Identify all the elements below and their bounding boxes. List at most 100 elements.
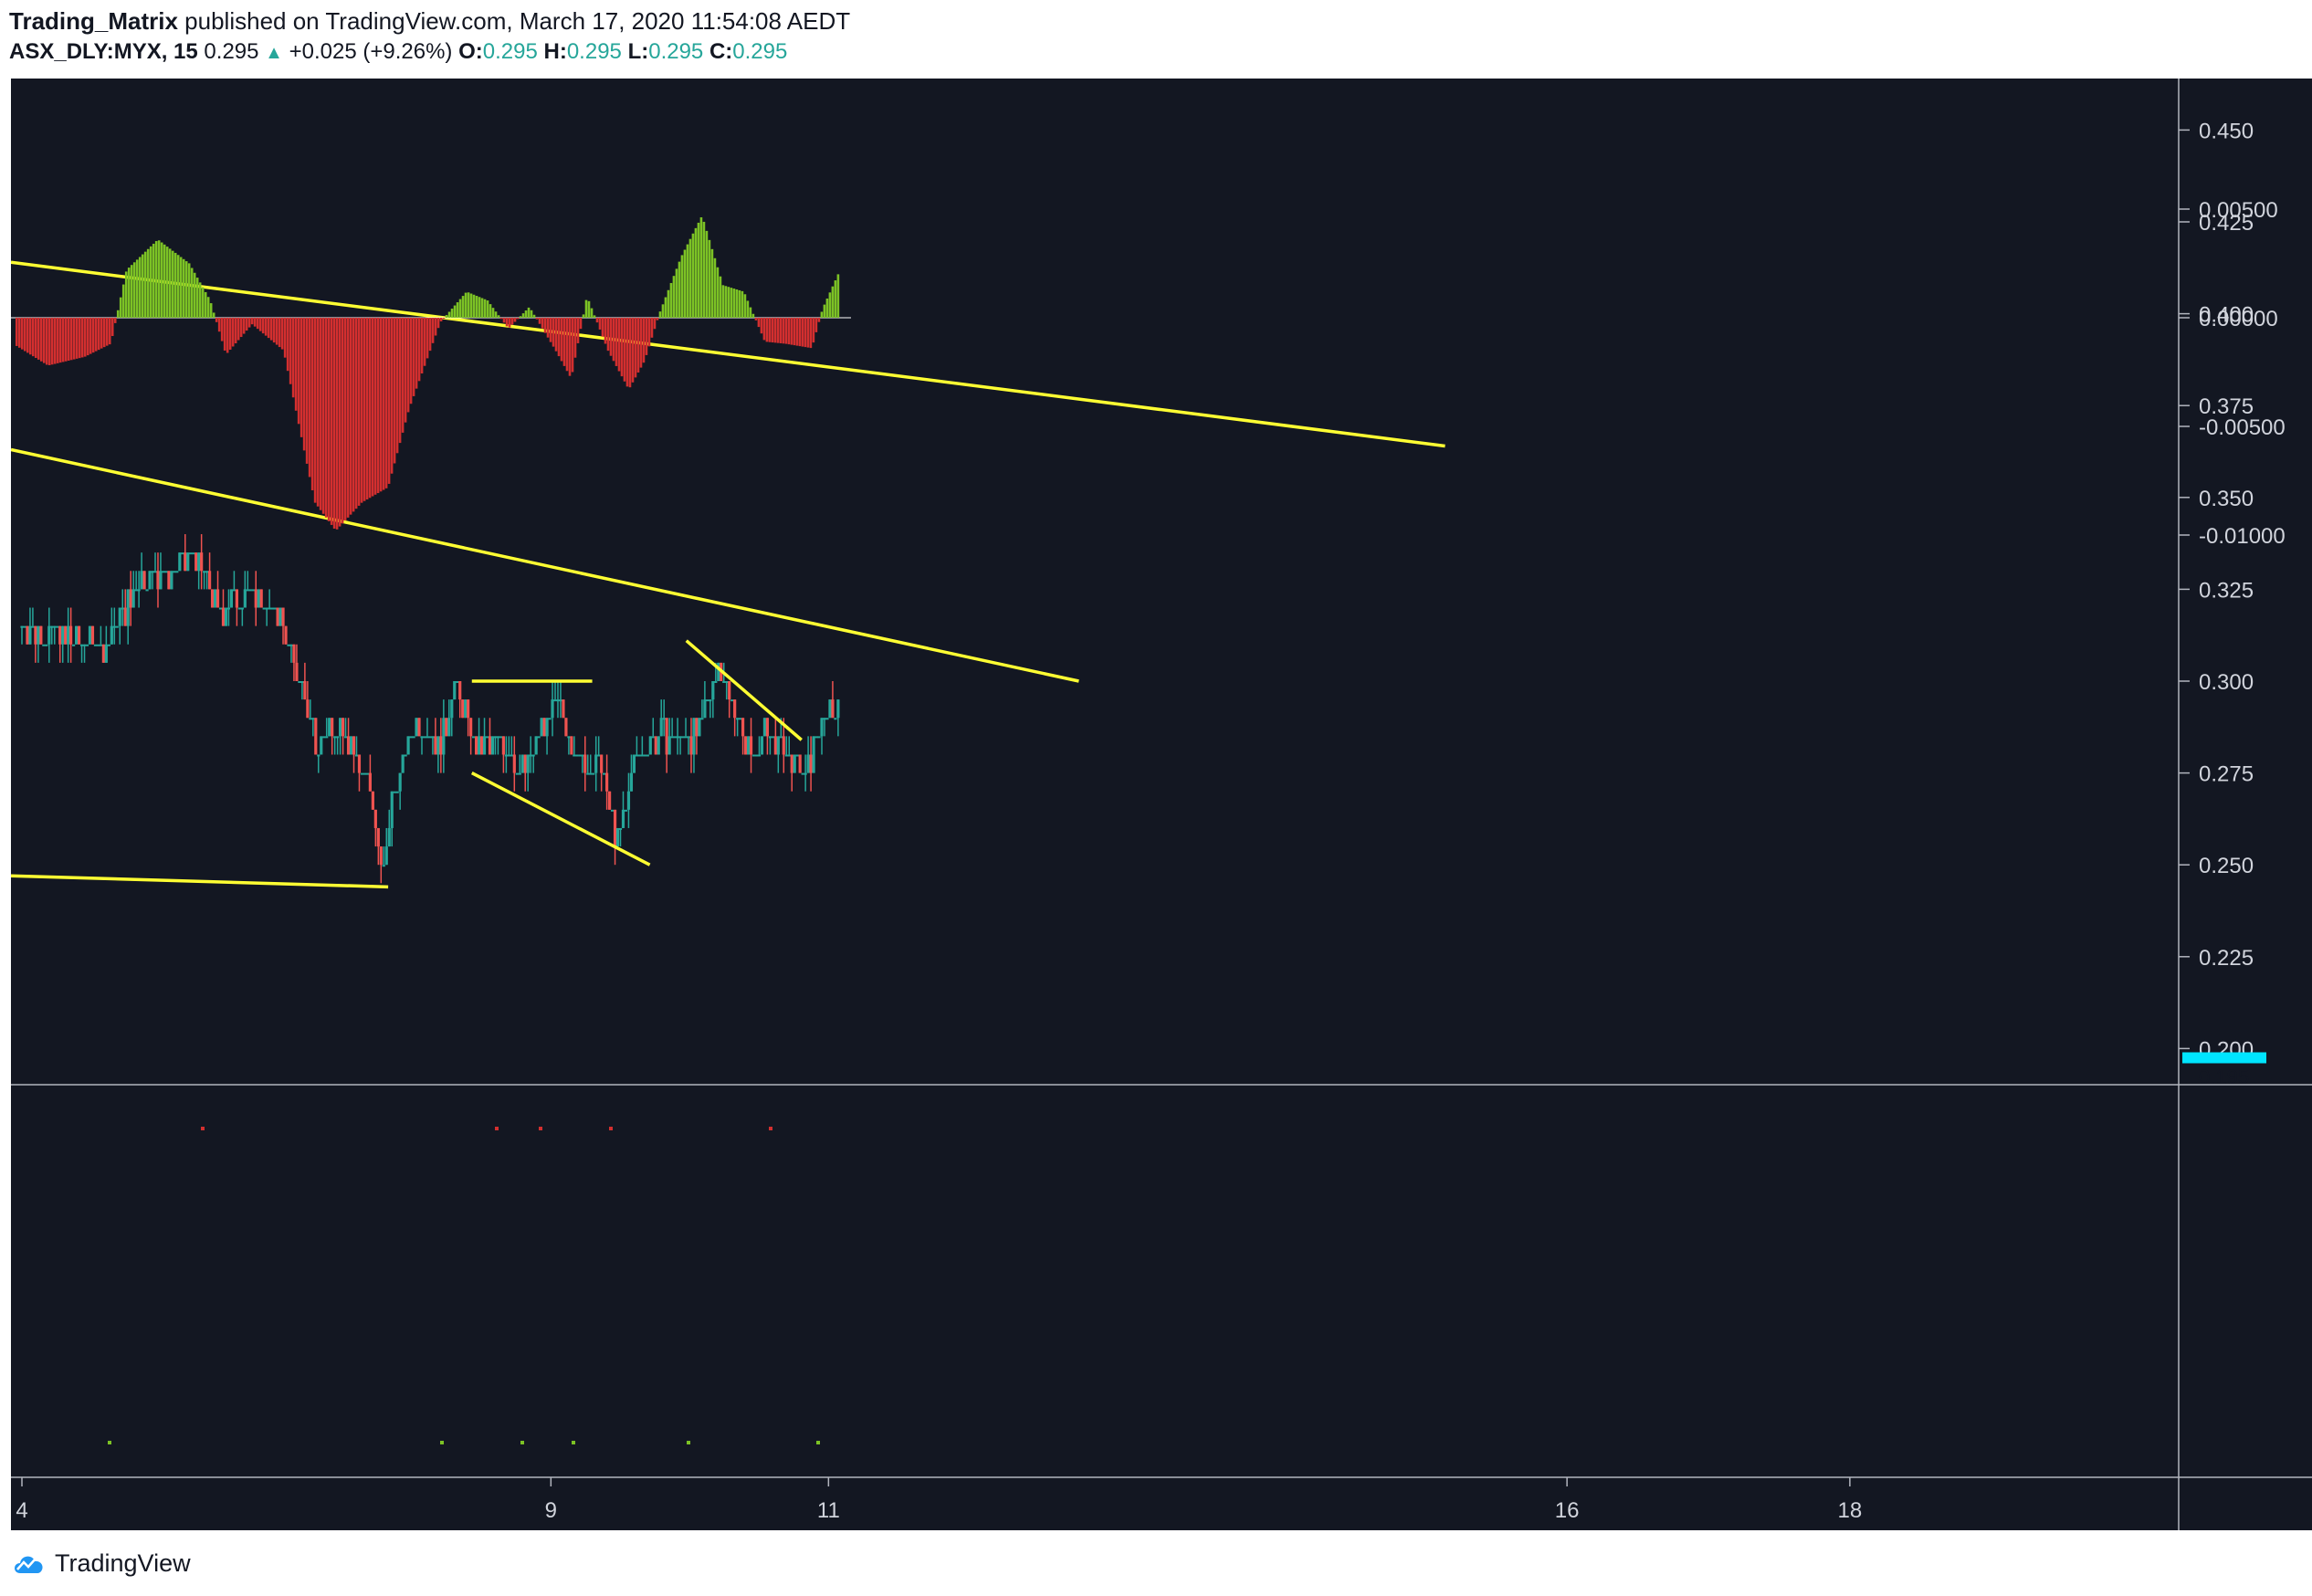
signal-dot-red (495, 1127, 499, 1130)
histogram-bar (245, 318, 248, 331)
candle-body (823, 718, 826, 720)
histogram-bar (467, 292, 470, 318)
histogram-bar (258, 318, 262, 331)
candle-body (363, 772, 367, 775)
histogram-bar (532, 314, 536, 318)
histogram-bar (773, 318, 777, 343)
candle-body (298, 681, 301, 683)
histogram-bar (658, 311, 662, 318)
histogram-bar (215, 318, 218, 322)
candle-body (773, 736, 777, 755)
up-arrow-icon: ▲ (265, 43, 283, 63)
candle-body (131, 589, 135, 608)
candle-body (485, 736, 489, 739)
candle-body (733, 699, 737, 719)
candle-body (586, 772, 590, 775)
candle-body (545, 718, 549, 737)
histogram-bar (206, 297, 210, 318)
histogram-bar (132, 262, 136, 318)
candle-body (624, 809, 628, 812)
candle-body (31, 625, 35, 628)
open-label: O: (458, 39, 483, 64)
candle-body (104, 644, 108, 663)
histogram-bar (72, 318, 76, 360)
candle-body (467, 699, 470, 719)
histogram-bar (604, 318, 607, 344)
histogram-bar (163, 244, 166, 318)
histogram-bar (664, 297, 667, 318)
candle-body (714, 681, 718, 683)
histogram-bar (702, 221, 706, 318)
histogram-bar (204, 291, 207, 318)
candle-body (295, 662, 299, 681)
candle-body (142, 571, 146, 590)
histogram-bar (420, 318, 424, 374)
candle-body (518, 772, 521, 775)
histogram-bar (61, 318, 65, 362)
candle-body (56, 625, 59, 628)
candle-body (782, 736, 785, 755)
candle-body (101, 644, 105, 663)
candle-body (170, 571, 173, 590)
histogram-bar (234, 318, 237, 344)
candle-body (276, 607, 279, 626)
author-name[interactable]: Trading_Matrix (9, 7, 178, 35)
histogram-bar (250, 318, 254, 325)
candle-body (626, 791, 631, 810)
candle-body (246, 589, 249, 592)
candle-body (472, 736, 476, 739)
histogram-bar (168, 248, 172, 318)
ticker-legend: ASX_DLY:MYX, 15 0.295 ▲ +0.025 (+9.26%) … (9, 37, 787, 68)
chart-frame[interactable]: 0.450 0.425 0.400 0.375 0.350 0.325 0.300 0.275… (10, 79, 2312, 1530)
candle-body (262, 607, 266, 610)
histogram-bar (50, 318, 54, 365)
candle-body (409, 736, 413, 739)
histogram-bar (625, 318, 629, 387)
histogram-bar (795, 318, 799, 346)
chart-background (11, 79, 2312, 1530)
histogram-bar (86, 318, 89, 356)
candle-body (703, 699, 707, 719)
low-value: 0.295 (648, 39, 704, 64)
histogram-bar (319, 318, 322, 510)
chart-canvas[interactable]: 0.4500.4250.4000.3750.3500.3250.3000.275… (10, 79, 2312, 1530)
candle-body (537, 736, 541, 739)
candle-body (404, 754, 407, 757)
histogram-bar (17, 318, 21, 348)
candle-body (426, 736, 429, 739)
histogram-bar (439, 318, 443, 321)
candle-body (181, 552, 184, 555)
candle-body (741, 718, 745, 737)
candle-body (542, 718, 546, 737)
signal-dot-red (769, 1127, 772, 1130)
histogram-bar (406, 318, 410, 413)
candle-body (575, 754, 579, 757)
candle-body (722, 681, 726, 683)
histogram-bar (478, 297, 481, 318)
candle-body (762, 718, 767, 737)
symbol-label: ASX_DLY:MYX, 15 (9, 39, 198, 64)
candle-body (831, 699, 835, 719)
histogram-bar (398, 318, 402, 444)
histogram-bar (193, 272, 196, 318)
candle-body (632, 754, 636, 773)
histogram-bar (502, 318, 506, 323)
histogram-bar (683, 249, 687, 318)
histogram-bar (735, 289, 739, 318)
histogram-bar (141, 254, 144, 318)
histogram-bar (330, 318, 333, 525)
candle-body (496, 736, 500, 739)
candle-body (194, 552, 198, 572)
histogram-bar (721, 285, 725, 318)
candle-body (115, 625, 119, 628)
osc-tick-label: -0.00500 (2199, 415, 2286, 440)
candle-body (678, 736, 682, 739)
histogram-bar (423, 318, 426, 366)
candle-body (640, 754, 644, 757)
tradingview-cloud-icon (15, 1556, 43, 1573)
candle-body (431, 736, 435, 739)
histogram-bar (236, 318, 240, 341)
histogram-bar (135, 259, 139, 318)
histogram-bar (343, 318, 347, 521)
histogram-bar (130, 265, 133, 318)
